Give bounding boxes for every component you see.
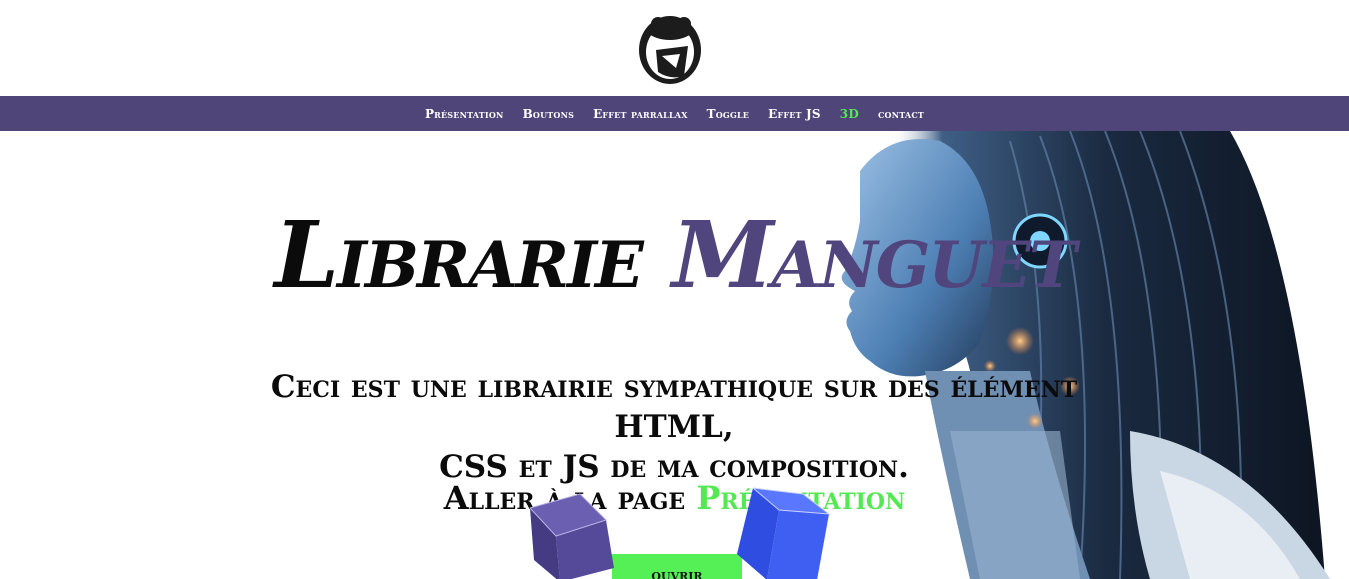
hero-subtitle: Ceci est une librairie sympathique sur d… (224, 367, 1124, 487)
site-header (0, 0, 1349, 96)
hero-title: Librarie Manguet (0, 209, 1349, 301)
hero-title-word2: Manguet (671, 201, 1077, 309)
open-button[interactable]: ouvrir (612, 554, 742, 579)
nav-item-boutons[interactable]: Boutons (523, 107, 575, 121)
nav-item-effet-js[interactable]: Effet JS (768, 107, 821, 121)
hero-subtitle-line1: Ceci est une librairie sympathique sur d… (270, 369, 1078, 445)
otter-head-icon[interactable] (636, 10, 704, 86)
hero-section: Librarie Manguet Ceci est une librairie … (0, 131, 1349, 579)
goto-text: Aller à la page Présentation (0, 479, 1349, 517)
hero-title-word1: Librarie (274, 201, 643, 309)
nav-item-toggle[interactable]: Toggle (707, 107, 750, 121)
main-nav: Présentation Boutons Effet parrallax Tog… (0, 96, 1349, 131)
purple-cube (529, 493, 614, 579)
blue-cube (737, 487, 831, 579)
nav-item-contact[interactable]: contact (878, 107, 924, 121)
nav-item-3d[interactable]: 3D (840, 107, 859, 121)
nav-item-effet-parrallax[interactable]: Effet parrallax (593, 107, 688, 121)
nav-item-presentation[interactable]: Présentation (425, 107, 504, 121)
